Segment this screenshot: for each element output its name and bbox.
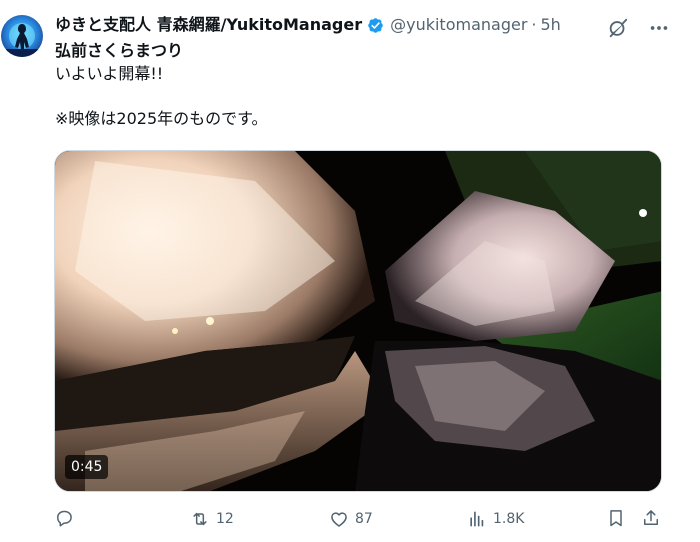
share-button[interactable] [641, 508, 661, 528]
post-header: ゆきと支配人 青森網羅/YukitoManager @yukitomanager… [55, 14, 561, 36]
like-count: 87 [355, 511, 373, 527]
like-button[interactable]: 87 [329, 508, 373, 530]
bookmark-button[interactable] [606, 508, 626, 528]
repost-button[interactable]: 12 [190, 508, 234, 530]
video-duration: 0:45 [65, 455, 109, 479]
bookmark-icon [610, 510, 622, 527]
reply-button[interactable] [54, 508, 80, 528]
post-text-line: いよいよ開幕!! [55, 63, 164, 83]
repost-count: 12 [216, 511, 234, 527]
avatar[interactable] [1, 15, 43, 57]
post-text-blank-line [55, 85, 268, 108]
views-count: 1.8K [493, 511, 525, 527]
post-text-line: ※映像は2025年のものです。 [55, 108, 268, 128]
display-name[interactable]: ゆきと支配人 青森網羅/YukitoManager [55, 14, 362, 36]
reply-icon [57, 510, 72, 527]
views-icon [470, 511, 484, 527]
video-player[interactable]: 0:45 [54, 150, 662, 492]
repost-icon [193, 512, 207, 526]
views-button[interactable]: 1.8K [467, 508, 524, 530]
verified-badge-icon [368, 17, 383, 33]
separator-dot: · [531, 15, 537, 34]
post-actions: 12 87 1.8K [54, 508, 664, 532]
user-handle[interactable]: @yukitomanager [390, 14, 527, 36]
post-text: 弘前さくらまつり いよいよ開幕!! ※映像は2025年のものです。 [55, 40, 268, 130]
like-icon [331, 512, 347, 527]
post-text-title: 弘前さくらまつり [55, 41, 184, 60]
grok-icon[interactable] [607, 17, 629, 39]
more-icon[interactable] [648, 17, 670, 39]
share-icon [644, 510, 658, 525]
post-time[interactable]: 5h [541, 14, 561, 36]
video-thumbnail [55, 151, 661, 491]
